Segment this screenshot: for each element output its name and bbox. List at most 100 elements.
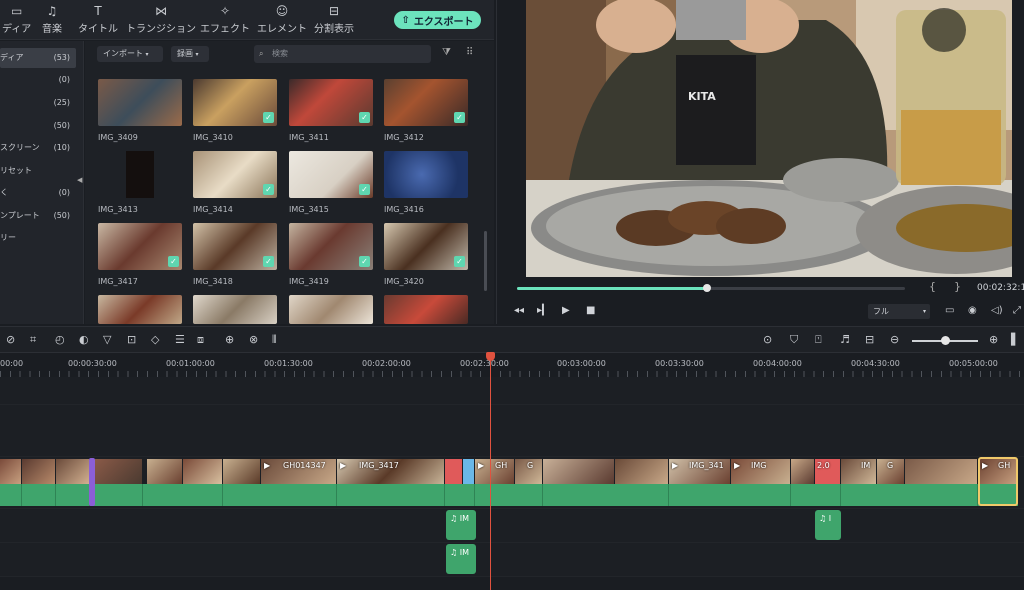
sidebar-item-library[interactable]: リー bbox=[0, 228, 76, 248]
timeline-clip[interactable] bbox=[463, 459, 475, 484]
timeline-clip[interactable]: 2.0 bbox=[815, 459, 841, 484]
color-icon[interactable]: ◐ bbox=[79, 333, 89, 346]
clip-audio-waveform[interactable] bbox=[0, 484, 1018, 506]
filter-icon[interactable]: ⧩ bbox=[442, 47, 451, 58]
timeline-clip[interactable] bbox=[22, 459, 56, 484]
tab-split-screen[interactable]: ⊟ 分割表示 bbox=[314, 4, 354, 35]
timeline-marker[interactable] bbox=[89, 458, 95, 506]
grid-view-icon[interactable]: ⠿ bbox=[466, 47, 473, 58]
sidebar-item-folder[interactable]: (50) bbox=[0, 116, 76, 136]
library-scrollbar[interactable] bbox=[484, 231, 487, 291]
zoom-in-icon[interactable]: ⊕ bbox=[989, 333, 998, 346]
volume-icon[interactable]: ◁) bbox=[991, 305, 1003, 316]
step-back-icon[interactable]: ◂◂ bbox=[514, 305, 524, 316]
sidebar-item-folder[interactable]: (0) bbox=[0, 70, 76, 90]
audio-mix-icon[interactable]: ♬ bbox=[840, 333, 850, 346]
timeline-clip[interactable] bbox=[223, 459, 261, 484]
timeline-clip[interactable]: ▶ IMG_3417 bbox=[337, 459, 445, 484]
mark-out-button[interactable]: } bbox=[954, 280, 961, 293]
snapshot-icon[interactable]: ◉ bbox=[968, 305, 977, 316]
fullscreen-icon[interactable]: ⤢ bbox=[1013, 305, 1021, 316]
music-clip[interactable]: ♫ I bbox=[815, 510, 841, 540]
play-icon[interactable]: ▶ bbox=[562, 305, 570, 316]
media-thumbnail[interactable]: ✓ bbox=[384, 223, 468, 270]
motion-icon[interactable]: ⊗ bbox=[249, 333, 258, 346]
media-thumbnail[interactable]: ✓ bbox=[384, 79, 468, 126]
export-button[interactable]: ⇧ エクスポート bbox=[394, 11, 481, 29]
sidebar-item-template[interactable]: ンプレート (50) bbox=[0, 206, 76, 226]
music-clip[interactable]: ♫ IM bbox=[446, 510, 476, 540]
timeline-clip[interactable] bbox=[183, 459, 223, 484]
tab-music[interactable]: ♫ 音楽 bbox=[42, 4, 62, 35]
tab-effect[interactable]: ✧ エフェクト bbox=[200, 4, 250, 35]
adjust-icon[interactable]: ☰ bbox=[175, 333, 185, 346]
sidebar-item-folder[interactable]: (25) bbox=[0, 93, 76, 113]
collapse-sidebar-icon[interactable]: ◀ bbox=[77, 176, 82, 184]
import-dropdown[interactable]: インポート ▾ bbox=[97, 46, 163, 62]
play-reverse-icon[interactable]: ▸▎ bbox=[537, 305, 550, 316]
keyframe-icon[interactable]: ◇ bbox=[151, 333, 159, 346]
record-dropdown[interactable]: 録画 ▾ bbox=[171, 46, 209, 62]
timeline-clip[interactable] bbox=[543, 459, 615, 484]
search-input[interactable]: ⌕ 検索 bbox=[254, 45, 431, 63]
media-thumbnail[interactable]: ✓ bbox=[193, 79, 277, 126]
stop-icon[interactable]: ■ bbox=[586, 305, 595, 316]
delete-icon[interactable]: ⊘ bbox=[6, 333, 15, 346]
media-thumbnail[interactable]: ✓ bbox=[289, 79, 373, 126]
mark-in-button[interactable]: { bbox=[929, 280, 936, 293]
sidebar-item-folder[interactable]: く (0) bbox=[0, 183, 76, 203]
media-thumbnail[interactable]: ✓ bbox=[98, 223, 182, 270]
sidebar-item-project-media[interactable]: ディア (53) bbox=[0, 48, 76, 68]
render-icon[interactable]: ⊙ bbox=[763, 333, 772, 346]
playhead-line[interactable] bbox=[490, 359, 491, 590]
media-thumbnail[interactable]: ✓ bbox=[193, 223, 277, 270]
music-clip[interactable]: ♫ IM bbox=[446, 544, 476, 574]
media-thumbnail[interactable] bbox=[289, 295, 373, 324]
timeline-clip[interactable]: ▶ GH014347 bbox=[261, 459, 337, 484]
media-thumbnail[interactable] bbox=[193, 295, 277, 324]
zoom-slider-handle[interactable] bbox=[941, 336, 950, 345]
speed-icon[interactable]: ◴ bbox=[55, 333, 65, 346]
media-thumbnail[interactable] bbox=[98, 79, 182, 126]
timeline-menu-icon[interactable]: ▌ bbox=[1011, 333, 1019, 346]
timeline-clip[interactable] bbox=[905, 459, 978, 484]
audio-wave-icon[interactable]: ⫴ bbox=[272, 333, 277, 347]
timeline-clip[interactable] bbox=[0, 459, 22, 484]
playback-progress-handle[interactable] bbox=[703, 284, 712, 292]
timeline-clip[interactable] bbox=[147, 459, 183, 484]
fit-icon[interactable]: ⊡ bbox=[127, 333, 136, 346]
timeline-clip[interactable] bbox=[445, 459, 463, 484]
subtitle-icon[interactable]: ⊟ bbox=[865, 333, 874, 346]
timeline-clip[interactable] bbox=[791, 459, 815, 484]
timeline-clip[interactable]: G bbox=[515, 459, 543, 484]
playback-progress-bar[interactable] bbox=[517, 284, 905, 292]
preview-quality-select[interactable]: フル ▾ bbox=[868, 304, 930, 319]
media-thumbnail[interactable]: ✓ bbox=[289, 151, 373, 198]
media-thumbnail[interactable] bbox=[98, 151, 182, 198]
timeline-clip[interactable] bbox=[56, 459, 90, 484]
timeline-clip[interactable]: G bbox=[877, 459, 905, 484]
timeline-clip[interactable]: ▶ IMG_341 bbox=[669, 459, 731, 484]
microphone-icon[interactable]: ⍞ bbox=[815, 333, 822, 347]
split-clip-icon[interactable]: ⧈ bbox=[197, 333, 204, 347]
timeline-ruler[interactable]: 00:00 00:00:30:00 00:01:00:00 00:01:30:0… bbox=[0, 353, 1024, 377]
timeline-clip[interactable] bbox=[95, 459, 143, 484]
zoom-out-icon[interactable]: ⊖ bbox=[890, 333, 899, 346]
sidebar-item-preset[interactable]: リセット bbox=[0, 161, 76, 181]
ai-icon[interactable]: ⊕ bbox=[225, 333, 234, 346]
crop-icon[interactable]: ⌗ bbox=[30, 333, 36, 347]
sidebar-item-green-screen[interactable]: スクリーン (10) bbox=[0, 138, 76, 158]
media-thumbnail[interactable]: ✓ bbox=[289, 223, 373, 270]
tab-media[interactable]: ▭ ディア bbox=[2, 4, 31, 35]
media-thumbnail[interactable]: ✓ bbox=[193, 151, 277, 198]
timeline-clip[interactable]: IM bbox=[841, 459, 877, 484]
mask-icon[interactable]: ▽ bbox=[103, 333, 111, 346]
tab-transition[interactable]: ⋈ トランジション bbox=[126, 4, 196, 35]
media-thumbnail[interactable] bbox=[384, 151, 468, 198]
display-icon[interactable]: ▭ bbox=[945, 305, 954, 316]
timeline-clip[interactable] bbox=[615, 459, 669, 484]
timeline-clip[interactable]: ▶ IMG bbox=[731, 459, 791, 484]
marker-icon[interactable]: ⛉ bbox=[790, 333, 798, 347]
tab-element[interactable]: ☺ エレメント bbox=[257, 4, 307, 35]
tab-title[interactable]: T タイトル bbox=[78, 4, 118, 35]
